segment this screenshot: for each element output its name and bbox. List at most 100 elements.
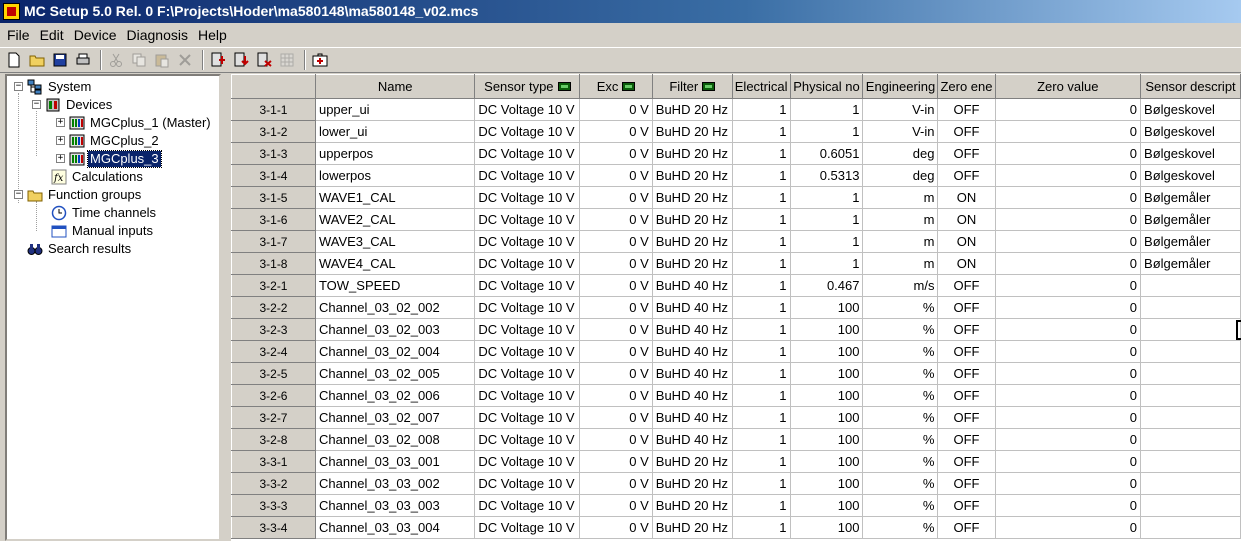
- cell-sensor-type[interactable]: DC Voltage 10 V: [474, 472, 581, 495]
- menu-help[interactable]: Help: [193, 24, 232, 46]
- cell-sensor-description[interactable]: [1140, 428, 1241, 451]
- cell-physical[interactable]: 1: [790, 252, 864, 275]
- cell-sensor-description[interactable]: Bølgemåler: [1140, 208, 1241, 231]
- cell-excitation[interactable]: 0 V: [579, 450, 653, 473]
- row-header[interactable]: 3-1-7: [231, 230, 316, 253]
- cell-filter[interactable]: BuHD 20 Hz: [652, 230, 733, 253]
- cell-name[interactable]: WAVE3_CAL: [315, 230, 476, 253]
- tree-node-function-groups[interactable]: Function groups: [27, 186, 143, 204]
- cell-physical[interactable]: 100: [790, 406, 864, 429]
- device-download-icon[interactable]: [231, 50, 251, 70]
- cell-engineering-unit[interactable]: deg: [862, 142, 939, 165]
- cell-excitation[interactable]: 0 V: [579, 208, 653, 231]
- cell-electrical[interactable]: 1: [732, 428, 791, 451]
- cell-zero-enabled[interactable]: OFF: [937, 362, 996, 385]
- cell-electrical[interactable]: 1: [732, 472, 791, 495]
- cell-engineering-unit[interactable]: V-in: [862, 98, 939, 121]
- col-header-electrical[interactable]: Electrical: [731, 74, 791, 99]
- table-row[interactable]: 3-1-4 lowerpos DC Voltage 10 V0 V BuHD 20 H…: [231, 164, 1241, 187]
- cell-engineering-unit[interactable]: %: [862, 296, 939, 319]
- cell-sensor-type[interactable]: DC Voltage 10 V: [474, 296, 581, 319]
- table-row[interactable]: 3-1-2 lower_ui DC Voltage 10 V0 V BuHD 20 H…: [231, 120, 1241, 143]
- cell-engineering-unit[interactable]: m: [862, 252, 939, 275]
- cell-physical[interactable]: 1: [790, 230, 864, 253]
- cell-physical[interactable]: 100: [790, 384, 864, 407]
- cell-zero-value[interactable]: 0: [995, 340, 1142, 363]
- cell-zero-enabled[interactable]: ON: [937, 208, 996, 231]
- table-row[interactable]: 3-1-3 upperpos DC Voltage 10 V0 V BuHD 20 H…: [231, 142, 1241, 165]
- cell-engineering-unit[interactable]: %: [862, 428, 939, 451]
- first-aid-icon[interactable]: [310, 50, 330, 70]
- row-header[interactable]: 3-3-2: [231, 472, 316, 495]
- cell-zero-enabled[interactable]: OFF: [937, 296, 996, 319]
- cell-zero-value[interactable]: 0: [995, 98, 1142, 121]
- cell-physical[interactable]: 100: [790, 428, 864, 451]
- table-row[interactable]: 3-1-6 WAVE2_CAL DC Voltage 10 V0 V BuHD 20 …: [231, 208, 1241, 231]
- col-header-physical[interactable]: Physical no: [789, 74, 864, 99]
- cell-sensor-type[interactable]: DC Voltage 10 V: [474, 230, 581, 253]
- copy-icon[interactable]: [129, 50, 149, 70]
- expand-toggle[interactable]: +: [56, 118, 65, 127]
- cell-physical[interactable]: 0.467: [790, 274, 864, 297]
- col-header-sensor-description[interactable]: Sensor descript: [1140, 74, 1241, 99]
- cell-physical[interactable]: 0.5313: [790, 164, 864, 187]
- cell-excitation[interactable]: 0 V: [579, 230, 653, 253]
- cell-name[interactable]: WAVE2_CAL: [315, 208, 476, 231]
- table-row[interactable]: 3-3-4 Channel_03_03_004 DC Voltage 10 V0 V…: [231, 516, 1241, 539]
- cell-zero-value[interactable]: 0: [995, 120, 1142, 143]
- cell-zero-value[interactable]: 0: [995, 406, 1142, 429]
- cell-excitation[interactable]: 0 V: [579, 252, 653, 275]
- cell-excitation[interactable]: 0 V: [579, 142, 653, 165]
- cell-name[interactable]: Channel_03_03_004: [315, 516, 476, 539]
- cell-name[interactable]: Channel_03_02_008: [315, 428, 476, 451]
- title-bar[interactable]: MC Setup 5.0 Rel. 0 F:\Projects\Hoder\ma…: [0, 0, 1241, 23]
- col-header-sensor-type[interactable]: Sensor type: [474, 74, 581, 99]
- tree-node-mgcplus-3[interactable]: MGCplus_3: [69, 150, 162, 168]
- cell-zero-enabled[interactable]: OFF: [937, 142, 996, 165]
- cell-sensor-type[interactable]: DC Voltage 10 V: [474, 406, 581, 429]
- cell-zero-enabled[interactable]: ON: [937, 186, 996, 209]
- cell-excitation[interactable]: 0 V: [579, 362, 653, 385]
- cell-engineering-unit[interactable]: %: [862, 406, 939, 429]
- cell-name[interactable]: Channel_03_03_002: [315, 472, 476, 495]
- cell-physical[interactable]: 100: [790, 340, 864, 363]
- navigation-tree[interactable]: − System − Devices + MGCplus_1 (Master) …: [5, 74, 221, 541]
- cell-sensor-type[interactable]: DC Voltage 10 V: [474, 98, 581, 121]
- row-header[interactable]: 3-2-5: [231, 362, 316, 385]
- cell-filter[interactable]: BuHD 40 Hz: [652, 318, 733, 341]
- cell-filter[interactable]: BuHD 20 Hz: [652, 208, 733, 231]
- tree-node-mgcplus-1[interactable]: MGCplus_1 (Master): [69, 114, 213, 132]
- table-row[interactable]: 3-3-1 Channel_03_03_001 DC Voltage 10 V0 V…: [231, 450, 1241, 473]
- cell-electrical[interactable]: 1: [732, 450, 791, 473]
- cell-physical[interactable]: 1: [790, 208, 864, 231]
- cell-sensor-description[interactable]: [1140, 296, 1241, 319]
- cell-physical[interactable]: 1: [790, 186, 864, 209]
- cell-name[interactable]: upperpos: [315, 142, 476, 165]
- cell-electrical[interactable]: 1: [732, 230, 791, 253]
- cell-filter[interactable]: BuHD 20 Hz: [652, 164, 733, 187]
- cell-zero-value[interactable]: 0: [995, 164, 1142, 187]
- cell-excitation[interactable]: 0 V: [579, 428, 653, 451]
- cell-zero-enabled[interactable]: OFF: [937, 340, 996, 363]
- cell-filter[interactable]: BuHD 20 Hz: [652, 120, 733, 143]
- corner-header[interactable]: [231, 74, 316, 99]
- cell-electrical[interactable]: 1: [732, 406, 791, 429]
- cut-icon[interactable]: [106, 50, 126, 70]
- cell-zero-value[interactable]: 0: [995, 208, 1142, 231]
- cell-zero-value[interactable]: 0: [995, 252, 1142, 275]
- menu-diagnosis[interactable]: Diagnosis: [121, 24, 192, 46]
- row-header[interactable]: 3-1-1: [231, 98, 316, 121]
- cell-filter[interactable]: BuHD 40 Hz: [652, 362, 733, 385]
- cell-zero-enabled[interactable]: ON: [937, 252, 996, 275]
- cell-engineering-unit[interactable]: %: [862, 384, 939, 407]
- table-row[interactable]: 3-1-7 WAVE3_CAL DC Voltage 10 V0 V BuHD 20 …: [231, 230, 1241, 253]
- cell-name[interactable]: Channel_03_02_007: [315, 406, 476, 429]
- cell-filter[interactable]: BuHD 40 Hz: [652, 406, 733, 429]
- cell-excitation[interactable]: 0 V: [579, 318, 653, 341]
- cell-filter[interactable]: BuHD 40 Hz: [652, 296, 733, 319]
- table-row[interactable]: 3-1-5 WAVE1_CAL DC Voltage 10 V0 V BuHD 20 …: [231, 186, 1241, 209]
- cell-excitation[interactable]: 0 V: [579, 98, 653, 121]
- row-header[interactable]: 3-3-4: [231, 516, 316, 539]
- cell-zero-enabled[interactable]: OFF: [937, 318, 996, 341]
- col-header-filter[interactable]: Filter: [651, 74, 733, 99]
